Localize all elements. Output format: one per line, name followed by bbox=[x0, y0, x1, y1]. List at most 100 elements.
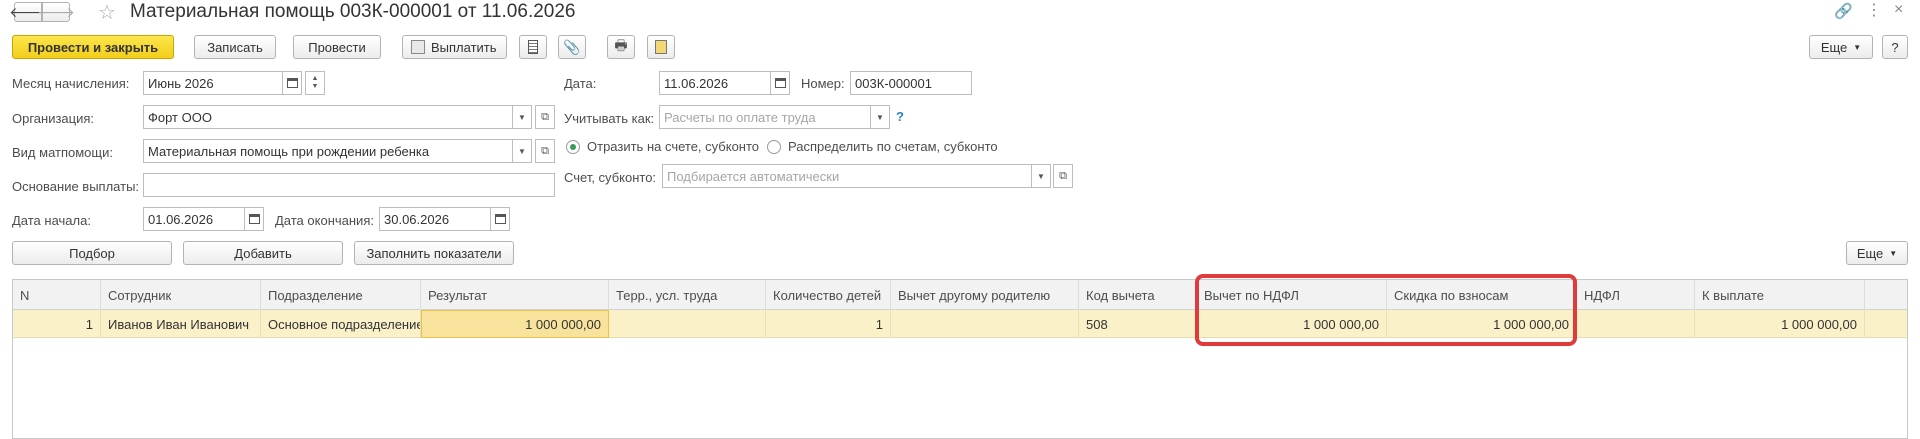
col-deduction-other-parent[interactable]: Вычет другому родителю bbox=[891, 280, 1079, 310]
start-date-input[interactable]: 01.06.2026 bbox=[143, 207, 245, 231]
print-button[interactable]: 🖶 bbox=[607, 35, 635, 59]
type-open-button[interactable]: ⧉ bbox=[535, 139, 555, 163]
cell-deduction-other-parent bbox=[891, 310, 1079, 338]
org-dropdown-button[interactable]: ▼ bbox=[512, 105, 532, 129]
cell-result[interactable]: 1 000 000,00 bbox=[421, 310, 609, 338]
related-docs-button[interactable] bbox=[647, 35, 675, 59]
calendar-icon bbox=[494, 214, 506, 224]
col-employee[interactable]: Сотрудник bbox=[101, 280, 261, 310]
printer-icon: 🖶 bbox=[614, 37, 628, 53]
account-as-placeholder: Расчеты по оплате труда bbox=[664, 109, 816, 125]
month-spinner[interactable]: ▲ ▼ bbox=[305, 71, 325, 95]
month-label: Месяц начисления: bbox=[12, 76, 130, 91]
table-more-label: Еще bbox=[1856, 245, 1884, 261]
pay-button[interactable]: Выплатить bbox=[402, 35, 507, 59]
col-to-pay[interactable]: К выплате bbox=[1695, 280, 1865, 310]
caret-down-icon: ▼ bbox=[1853, 42, 1862, 52]
post-button[interactable]: Провести bbox=[293, 35, 381, 59]
select-button[interactable]: Подбор bbox=[12, 241, 172, 265]
col-ndfl[interactable]: НДФЛ bbox=[1577, 280, 1695, 310]
arrow-right-icon: 🡒 bbox=[37, 3, 75, 20]
number-input[interactable]: 003К-000001 bbox=[850, 71, 972, 95]
org-open-button[interactable]: ⧉ bbox=[535, 105, 555, 129]
open-icon: ⧉ bbox=[541, 110, 549, 123]
forward-button[interactable]: 🡒 bbox=[37, 2, 75, 22]
cell-children-count: 1 bbox=[766, 310, 891, 338]
cell-to-pay: 1 000 000,00 bbox=[1695, 310, 1865, 338]
number-label: Номер: bbox=[801, 76, 845, 91]
type-label: Вид матпомощи: bbox=[12, 145, 113, 160]
cell-territory bbox=[609, 310, 766, 338]
col-department[interactable]: Подразделение bbox=[261, 280, 421, 310]
report-button[interactable] bbox=[519, 35, 547, 59]
date-calendar-button[interactable] bbox=[770, 71, 790, 95]
caret-down-icon: ▼ bbox=[518, 146, 526, 156]
pay-icon bbox=[411, 40, 425, 54]
paperclip-icon: 📎 bbox=[563, 38, 581, 55]
more-label: Еще bbox=[1820, 39, 1848, 55]
date-label: Дата: bbox=[564, 76, 597, 91]
more-button[interactable]: Еще ▼ bbox=[1809, 35, 1873, 59]
add-button[interactable]: Добавить bbox=[183, 241, 343, 265]
org-label: Организация: bbox=[12, 111, 95, 126]
spin-up-icon: ▲ bbox=[311, 75, 319, 82]
type-dropdown-button[interactable]: ▼ bbox=[512, 139, 532, 163]
start-calendar-button[interactable] bbox=[244, 207, 264, 231]
table-more-button[interactable]: Еще ▼ bbox=[1846, 241, 1908, 265]
page-title: Материальная помощь 003К-000001 от 11.06… bbox=[130, 1, 576, 22]
radio-distribute-label: Распределить по счетам, субконто bbox=[788, 139, 998, 154]
basis-input[interactable] bbox=[143, 173, 555, 197]
post-and-close-button[interactable]: Провести и закрыть bbox=[12, 35, 174, 59]
col-result[interactable]: Результат bbox=[421, 280, 609, 310]
account-as-input[interactable]: Расчеты по оплате труда bbox=[659, 105, 871, 129]
caret-down-icon: ▼ bbox=[518, 112, 526, 122]
link-icon[interactable]: 🔗 bbox=[1834, 2, 1853, 20]
col-deduction-code[interactable]: Код вычета bbox=[1079, 280, 1197, 310]
calendar-icon bbox=[248, 214, 260, 224]
star-icon[interactable]: ☆ bbox=[98, 0, 116, 25]
end-date-label: Дата окончания: bbox=[275, 213, 374, 228]
fill-indicators-button[interactable]: Заполнить показатели bbox=[354, 241, 514, 265]
end-date-input[interactable]: 30.06.2026 bbox=[379, 207, 491, 231]
help-button[interactable]: ? bbox=[1882, 35, 1908, 59]
help-question-icon[interactable]: ? bbox=[896, 109, 904, 124]
cell-employee: Иванов Иван Иванович bbox=[101, 310, 261, 338]
spin-down-icon: ▼ bbox=[311, 83, 319, 90]
calendar-icon bbox=[774, 78, 786, 88]
account-input[interactable]: Подбирается автоматически bbox=[662, 164, 1032, 188]
table-row[interactable]: 1 Иванов Иван Иванович Основное подразде… bbox=[13, 310, 1907, 338]
col-children-count[interactable]: Количество детей bbox=[766, 280, 891, 310]
caret-down-icon: ▼ bbox=[876, 112, 884, 122]
col-n[interactable]: N bbox=[13, 280, 101, 310]
basis-label: Основание выплаты: bbox=[12, 179, 140, 194]
attach-button[interactable]: 📎 bbox=[558, 35, 586, 59]
month-input[interactable]: Июнь 2026 bbox=[143, 71, 283, 95]
org-input[interactable]: Форт ООО bbox=[143, 105, 513, 129]
related-docs-icon bbox=[655, 40, 667, 54]
close-icon[interactable]: × bbox=[1894, 1, 1903, 19]
account-open-button[interactable]: ⧉ bbox=[1053, 164, 1073, 188]
radio-reflect-on-account[interactable] bbox=[566, 140, 580, 154]
cell-ndfl bbox=[1577, 310, 1695, 338]
kebab-icon[interactable]: ⋮ bbox=[1866, 0, 1882, 20]
account-label: Счет, субконто: bbox=[564, 170, 657, 185]
open-icon: ⧉ bbox=[1059, 169, 1067, 182]
employees-table: N Сотрудник Подразделение Результат Терр… bbox=[12, 279, 1908, 439]
end-calendar-button[interactable] bbox=[490, 207, 510, 231]
radio-distribute-by-accounts[interactable] bbox=[767, 140, 781, 154]
cell-n: 1 bbox=[13, 310, 101, 338]
save-button[interactable]: Записать bbox=[194, 35, 276, 59]
caret-down-icon: ▼ bbox=[1037, 171, 1045, 181]
start-date-label: Дата начала: bbox=[12, 213, 91, 228]
type-input[interactable]: Материальная помощь при рождении ребенка bbox=[143, 139, 513, 163]
account-as-dropdown-button[interactable]: ▼ bbox=[870, 105, 890, 129]
calendar-button[interactable] bbox=[282, 71, 302, 95]
col-territory[interactable]: Терр., усл. труда bbox=[609, 280, 766, 310]
account-dropdown-button[interactable]: ▼ bbox=[1031, 164, 1051, 188]
cell-department: Основное подразделение bbox=[261, 310, 421, 338]
open-icon: ⧉ bbox=[541, 144, 549, 157]
calendar-icon bbox=[286, 78, 298, 88]
date-input[interactable]: 11.06.2026 bbox=[659, 71, 771, 95]
pay-label: Выплатить bbox=[431, 39, 497, 55]
account-as-label: Учитывать как: bbox=[564, 111, 655, 126]
